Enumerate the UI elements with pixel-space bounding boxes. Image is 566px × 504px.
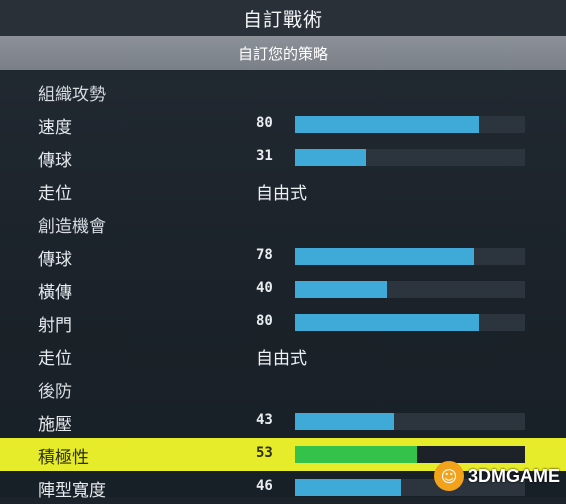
- setting-label: 積極性: [38, 448, 89, 468]
- setting-label: 施壓: [38, 415, 72, 435]
- setting-value: 53: [256, 445, 273, 461]
- subtitle-bar: 自訂您的策略: [0, 36, 566, 70]
- setting-value: 43: [256, 412, 273, 428]
- slider-track[interactable]: [295, 248, 525, 265]
- setting-label: 傳球: [38, 250, 72, 270]
- option-value: 自由式: [256, 184, 307, 204]
- slider-track[interactable]: [295, 413, 525, 430]
- slider-row[interactable]: 橫傳 40: [0, 273, 566, 306]
- setting-label: 陣型寬度: [38, 481, 106, 501]
- section-label: 組織攻勢: [38, 85, 106, 105]
- slider-fill: [295, 248, 475, 265]
- watermark: ☺ 3DMGAME: [433, 461, 560, 491]
- setting-label: 傳球: [38, 151, 72, 171]
- setting-value: 40: [256, 280, 273, 296]
- slider-track[interactable]: [295, 149, 525, 166]
- slider-fill: [295, 116, 479, 133]
- slider-track[interactable]: [295, 116, 525, 133]
- setting-value: 80: [256, 115, 273, 131]
- setting-label: 走位: [38, 184, 72, 204]
- slider-row[interactable]: 施壓 43: [0, 405, 566, 438]
- 3dm-logo-icon: ☺: [433, 461, 464, 491]
- slider-fill: [295, 281, 387, 298]
- setting-label: 走位: [38, 349, 72, 369]
- page-subtitle: 自訂您的策略: [237, 44, 328, 63]
- slider-row[interactable]: 傳球 78: [0, 240, 566, 273]
- page-title: 自訂戰術: [242, 8, 323, 31]
- title-bar: 自訂戰術: [0, 0, 566, 36]
- section-header: 創造機會: [0, 207, 566, 240]
- tactics-screen: 自訂戰術 自訂您的策略 組織攻勢 速度 80 傳球 31 走位 自由式 創造機會 傳球 78 橫傳 4…: [0, 0, 566, 501]
- tactics-list: 組織攻勢 速度 80 傳球 31 走位 自由式 創造機會 傳球 78 橫傳 40 射門 80 走位 自由式 後防…: [0, 75, 566, 504]
- slider-fill: [295, 446, 417, 463]
- slider-row[interactable]: 速度 80: [0, 108, 566, 141]
- slider-row[interactable]: 射門 80: [0, 306, 566, 339]
- section-header: 後防: [0, 372, 566, 405]
- slider-fill: [295, 479, 401, 496]
- setting-value: 78: [256, 247, 273, 263]
- watermark-text: 3DMGAME: [467, 465, 560, 486]
- slider-track[interactable]: [295, 314, 525, 331]
- section-header: 組織攻勢: [0, 75, 566, 108]
- setting-label: 速度: [38, 118, 72, 138]
- section-label: 創造機會: [38, 217, 106, 237]
- option-row[interactable]: 走位 自由式: [0, 174, 566, 207]
- slider-fill: [295, 149, 367, 166]
- slider-track[interactable]: [295, 281, 525, 298]
- setting-label: 射門: [38, 316, 72, 336]
- setting-value: 80: [256, 313, 273, 329]
- option-row[interactable]: 走位 自由式: [0, 339, 566, 372]
- option-value: 自由式: [256, 349, 307, 369]
- slider-row[interactable]: 傳球 31: [0, 141, 566, 174]
- slider-fill: [295, 314, 479, 331]
- slider-fill: [295, 413, 394, 430]
- setting-label: 橫傳: [38, 283, 72, 303]
- section-label: 後防: [38, 382, 72, 402]
- setting-value: 46: [256, 478, 273, 494]
- setting-value: 31: [256, 148, 273, 164]
